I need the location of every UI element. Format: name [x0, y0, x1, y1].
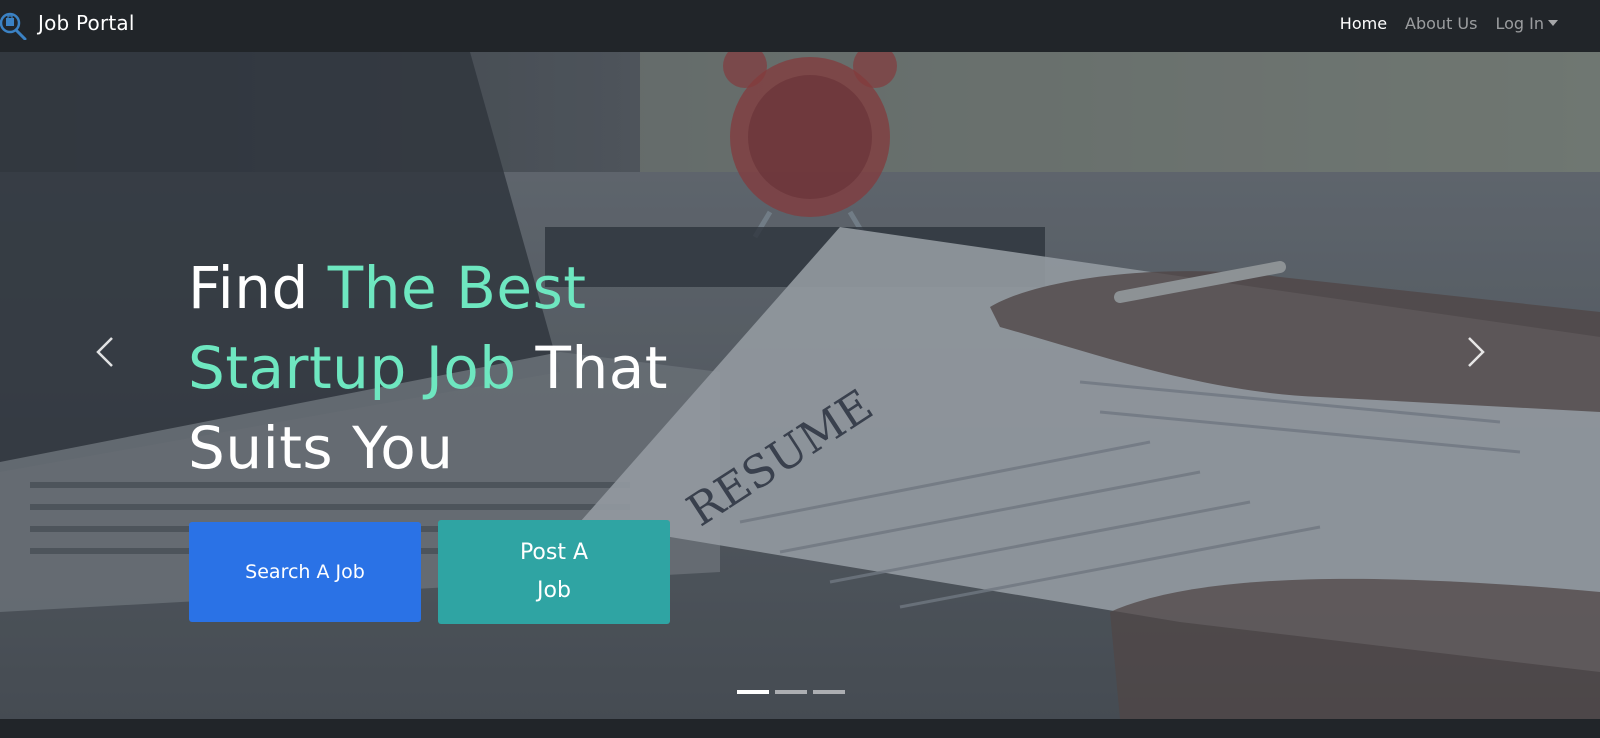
hero-carousel: RESUME Find The Best Startup Job That Suit… [0, 52, 1600, 719]
headline-part-3: Suits You [188, 414, 454, 482]
carousel-indicator-1[interactable] [737, 690, 769, 694]
nav-links: Home About Us Log In [1322, 12, 1558, 34]
nav-about-us[interactable]: About Us [1405, 14, 1477, 33]
search-a-job-button[interactable]: Search A Job [189, 522, 421, 622]
nav-home[interactable]: Home [1340, 14, 1387, 33]
carousel-prev-button[interactable] [75, 322, 135, 382]
headline-accent-2: Startup Job [188, 334, 517, 402]
headline-part-1: Find [188, 254, 328, 322]
hero-headline: Find The Best Startup Job That Suits You [188, 248, 828, 488]
chevron-left-icon [96, 337, 113, 367]
nav-log-in-label: Log In [1495, 13, 1544, 33]
chevron-right-icon [1468, 337, 1485, 367]
carousel-next-button[interactable] [1446, 322, 1506, 382]
brand[interactable]: Job Portal [0, 6, 135, 40]
headline-accent-1: The Best [327, 254, 587, 322]
post-a-job-button[interactable]: Post A Job [438, 520, 670, 624]
job-search-logo-icon [0, 12, 27, 40]
headline-part-2: That [516, 334, 669, 402]
carousel-indicator-3[interactable] [813, 690, 845, 694]
brand-name: Job Portal [38, 11, 135, 35]
top-navbar: Job Portal Home About Us Log In [0, 0, 1600, 52]
nav-log-in-dropdown[interactable]: Log In [1495, 14, 1558, 33]
carousel-indicator-2[interactable] [775, 690, 807, 694]
carousel-indicators [737, 690, 851, 694]
bottom-dark-strip [0, 719, 1600, 738]
caret-down-icon [1548, 19, 1558, 26]
